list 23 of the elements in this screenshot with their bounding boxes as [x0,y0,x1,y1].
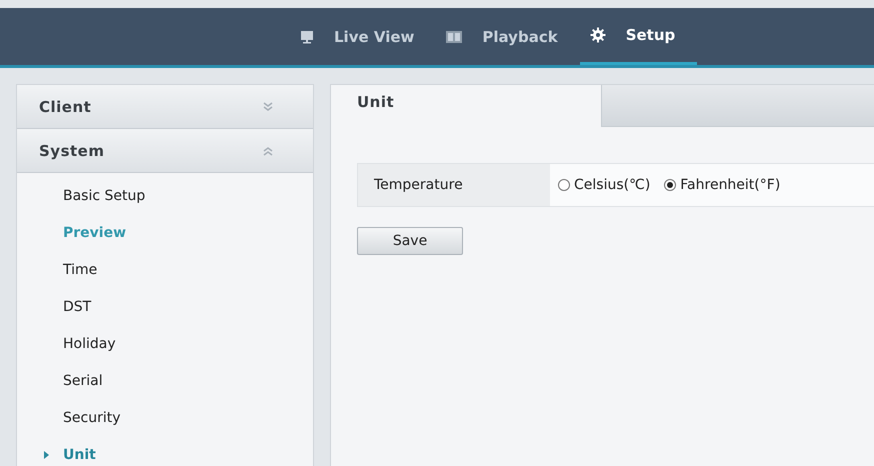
radio-button[interactable] [664,179,676,191]
option-label: Celsius(℃) [574,177,650,193]
field-label: Temperature [358,164,550,206]
nav-tab[interactable]: Live View [290,8,436,65]
menu-item[interactable]: Unit [63,446,96,462]
radio-option[interactable]: Celsius(℃) [558,177,650,193]
chevron-down-icon [263,102,273,112]
nav-tab[interactable]: Playback [436,8,580,65]
section-header[interactable]: Client [17,85,313,129]
menu-item[interactable]: Serial [63,372,103,388]
menu-item[interactable]: Security [63,410,120,426]
film-icon [446,30,462,42]
menu-item[interactable]: Time [63,262,98,278]
gear-icon [590,27,606,43]
monitor-icon [300,30,314,44]
chevron-up-icon [263,146,273,156]
save-button[interactable]: Save [357,227,463,255]
nav-tab[interactable]: Setup [580,8,698,65]
radio-button[interactable] [558,179,570,191]
menu-item[interactable]: DST [63,298,92,314]
menu-item[interactable]: Holiday [63,336,116,352]
menu-item[interactable]: Basic Setup [63,188,146,204]
section-header[interactable]: System [17,129,313,173]
